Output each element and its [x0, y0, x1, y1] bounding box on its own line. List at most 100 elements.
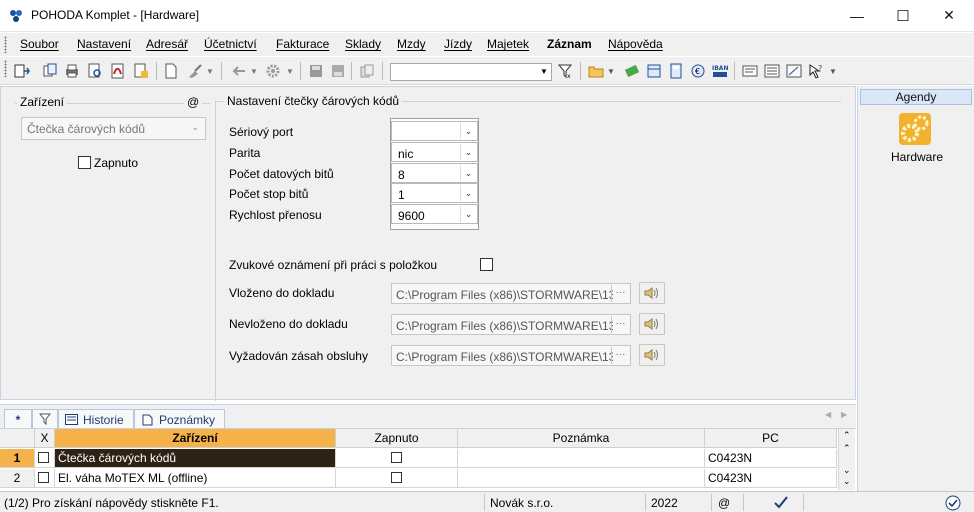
menu-napoveda[interactable]: Nápověda [608, 37, 663, 51]
chevron-down-icon[interactable]: ▼ [206, 67, 214, 76]
iban-icon[interactable]: IBAN [712, 63, 728, 79]
chevron-down-icon[interactable]: ▼ [829, 67, 837, 76]
print-icon[interactable] [64, 63, 80, 79]
pdf-icon[interactable] [110, 63, 126, 79]
scroll-bottom-icon[interactable]: ⌄ [843, 476, 851, 487]
row-checkbox[interactable] [38, 472, 49, 483]
minimize-button[interactable]: — [834, 0, 880, 31]
play-sound-button[interactable] [639, 282, 665, 304]
note-icon[interactable] [786, 63, 802, 79]
table-row-select-cell[interactable] [35, 449, 55, 468]
back-arrow-icon[interactable] [231, 63, 247, 79]
filter-icon[interactable]: x [557, 63, 573, 79]
layout-icon[interactable] [14, 63, 30, 79]
operator-required-path-field[interactable]: C:\Program Files (x86)\STORMWARE\130 ··· [391, 345, 631, 366]
message-icon[interactable] [742, 63, 758, 79]
calendar-icon[interactable] [646, 63, 662, 79]
column-header-x[interactable]: X [35, 429, 55, 448]
note-cell[interactable] [458, 449, 705, 468]
enabled-checkbox[interactable] [391, 472, 402, 483]
hardware-gear-icon[interactable] [898, 112, 932, 146]
menu-soubor[interactable]: Soubor [20, 37, 59, 51]
company-name[interactable]: Novák s.r.o. [490, 496, 553, 510]
column-header-enabled[interactable]: Zapnuto [336, 429, 458, 448]
play-sound-button[interactable] [639, 344, 665, 366]
table-row-select-cell[interactable] [35, 469, 55, 488]
column-header-pc[interactable]: PC [705, 429, 837, 448]
vertical-scrollbar[interactable]: ⌃ ⌃ ⌄ ⌄ [838, 429, 855, 490]
maximize-button[interactable]: ☐ [880, 0, 926, 31]
not-inserted-path-field[interactable]: C:\Program Files (x86)\STORMWARE\130 ··· [391, 314, 631, 335]
tab-poznamky[interactable]: Poznámky [134, 409, 225, 429]
save-icon[interactable] [308, 63, 324, 79]
baud-rate-select[interactable]: 9600 ⌄ [391, 204, 478, 224]
tab-all[interactable]: * [4, 409, 32, 429]
device-name-cell[interactable]: El. váha MoTEX ML (offline) [55, 469, 336, 488]
column-header-device[interactable]: Zařízení [55, 429, 336, 448]
list-icon[interactable] [764, 63, 780, 79]
checkmark-icon[interactable] [773, 495, 789, 510]
scroll-up-icon[interactable]: ⌃ [843, 443, 851, 454]
accounting-year[interactable]: 2022 [651, 496, 678, 510]
device-name-cell[interactable]: Čtečka čárových kódů [55, 449, 336, 468]
browse-button[interactable]: ··· [611, 347, 629, 364]
chevron-down-icon[interactable]: ⌄ [460, 165, 476, 181]
tab-historie[interactable]: Historie [58, 409, 134, 429]
folder-icon[interactable] [588, 63, 604, 79]
serial-port-select[interactable]: ⌄ [391, 121, 478, 141]
new-record-icon[interactable] [163, 63, 179, 79]
pc-cell[interactable]: C0423N [705, 469, 837, 488]
scroll-right-icon[interactable]: ▶ [841, 410, 847, 419]
menu-fakturace[interactable]: Fakturace [276, 37, 329, 51]
enabled-cell[interactable] [336, 449, 458, 468]
hardware-agenda-item[interactable]: Hardware [891, 150, 943, 164]
export-icon[interactable] [133, 63, 149, 79]
menu-mzdy[interactable]: Mzdy [397, 37, 426, 51]
edit-brush-icon[interactable] [187, 63, 203, 79]
note-cell[interactable] [458, 469, 705, 488]
data-bits-select[interactable]: 8 ⌄ [391, 163, 478, 183]
menu-jizdy[interactable]: Jízdy [444, 37, 472, 51]
scroll-left-icon[interactable]: ◀ [825, 410, 831, 419]
browse-button[interactable]: ··· [611, 316, 629, 333]
currency-icon[interactable]: € [690, 63, 706, 79]
scroll-down-icon[interactable]: ⌄ [843, 465, 851, 476]
quick-search-combo[interactable]: ▼ [390, 63, 552, 81]
play-sound-button[interactable] [639, 313, 665, 335]
pc-cell[interactable]: C0423N [705, 449, 837, 468]
payment-icon[interactable] [624, 63, 640, 79]
sound-notification-checkbox[interactable] [480, 258, 493, 271]
chevron-down-icon[interactable]: ⌄ [460, 123, 476, 139]
menu-nastaveni[interactable]: Nastavení [77, 37, 131, 51]
save-close-icon[interactable] [330, 63, 346, 79]
menu-ucetnictvi[interactable]: Účetnictví [204, 37, 257, 51]
menu-adresar[interactable]: Adresář [146, 37, 188, 51]
stop-bits-select[interactable]: 1 ⌄ [391, 183, 478, 203]
chevron-down-icon[interactable]: ⌄ [460, 206, 476, 222]
device-type-select[interactable]: Čtečka čárových kódů ⌄ [21, 117, 206, 140]
chevron-down-icon[interactable]: ⌄ [460, 144, 476, 160]
browse-button[interactable]: ··· [611, 285, 629, 302]
enabled-cell[interactable] [336, 469, 458, 488]
chevron-down-icon[interactable]: ⌄ [460, 185, 476, 201]
print-preview-icon[interactable] [87, 63, 103, 79]
calculator-icon[interactable] [668, 63, 684, 79]
tab-filter[interactable] [32, 409, 58, 429]
ok-status-icon[interactable] [945, 495, 961, 511]
chevron-down-icon[interactable]: ▼ [607, 67, 615, 76]
menu-zaznam[interactable]: Záznam [547, 37, 592, 51]
column-header-note[interactable]: Poznámka [458, 429, 705, 448]
menu-majetek[interactable]: Majetek [487, 37, 529, 51]
enabled-checkbox[interactable] [391, 452, 402, 463]
inserted-path-field[interactable]: C:\Program Files (x86)\STORMWARE\130 ··· [391, 283, 631, 304]
settings-gear-icon[interactable] [265, 63, 281, 79]
scroll-top-icon[interactable]: ⌃ [843, 430, 851, 441]
at-symbol-status[interactable]: @ [718, 496, 730, 510]
enabled-checkbox[interactable] [78, 156, 91, 169]
row-number[interactable]: 1 [0, 449, 35, 468]
close-button[interactable]: ✕ [926, 0, 972, 31]
duplicate-icon[interactable] [359, 63, 375, 79]
chevron-down-icon[interactable]: ▼ [250, 67, 258, 76]
menu-sklady[interactable]: Sklady [345, 37, 381, 51]
help-pointer-icon[interactable]: ? [808, 63, 824, 79]
